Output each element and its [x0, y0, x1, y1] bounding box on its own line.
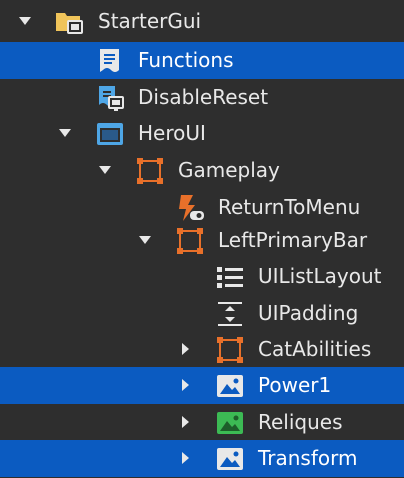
expand-arrow-right-icon[interactable] [177, 450, 193, 466]
tree-row-label: HeroUI [138, 121, 206, 145]
tree-row-functions[interactable]: Functions [0, 42, 404, 79]
tree-row-label: UIPadding [258, 301, 359, 325]
folder-gui-icon [56, 13, 83, 34]
image-label-icon [217, 448, 243, 470]
local-script-disabled-icon [179, 195, 204, 221]
frame-icon [217, 337, 243, 363]
expand-arrow-down-icon[interactable] [17, 13, 33, 29]
tree-row-power1[interactable]: Power1 [0, 367, 404, 404]
tree-row-label: Power1 [258, 373, 332, 397]
local-script-icon [99, 86, 124, 111]
tree-row-gameplay[interactable]: Gameplay [0, 152, 404, 189]
expand-arrow-right-icon[interactable] [177, 377, 193, 393]
explorer-tree: StarterGui Functions DisableReset HeroUI… [0, 0, 404, 478]
expand-arrow-right-icon[interactable] [177, 341, 193, 357]
tree-row-label: StarterGui [98, 9, 202, 33]
tree-row-disablereset[interactable]: DisableReset [0, 79, 404, 116]
tree-row-label: Functions [138, 48, 234, 72]
module-script-icon [100, 49, 119, 72]
tree-row-label: ReturnToMenu [218, 195, 361, 219]
tree-row-startergui[interactable]: StarterGui [0, 3, 404, 40]
frame-icon [177, 228, 203, 254]
tree-row-transform[interactable]: Transform [0, 440, 404, 477]
tree-row-leftprimarybar[interactable]: LeftPrimaryBar [0, 222, 404, 259]
tree-row-uilistlayout[interactable]: UIListLayout [0, 258, 404, 295]
tree-row-label: Transform [258, 446, 358, 470]
tree-row-label: DisableReset [138, 85, 269, 109]
expand-arrow-down-icon[interactable] [97, 162, 113, 178]
tree-row-catabilities[interactable]: CatAbilities [0, 331, 404, 368]
tree-row-label: UIListLayout [258, 264, 382, 288]
image-label-icon [217, 375, 243, 397]
expand-arrow-down-icon[interactable] [57, 125, 73, 141]
frame-icon [137, 158, 163, 184]
expand-arrow-right-icon[interactable] [177, 414, 193, 430]
list-layout-icon [217, 267, 243, 288]
image-button-icon [217, 412, 243, 434]
tree-row-label: LeftPrimaryBar [218, 228, 368, 252]
tree-row-heroui[interactable]: HeroUI [0, 115, 404, 152]
tree-row-uipadding[interactable]: UIPadding [0, 295, 404, 332]
expand-arrow-down-icon[interactable] [137, 232, 153, 248]
tree-row-label: CatAbilities [258, 337, 372, 361]
padding-icon [218, 302, 242, 326]
tree-row-label: Gameplay [178, 158, 280, 182]
tree-row-label: Reliques [258, 410, 343, 434]
screen-gui-icon [97, 123, 123, 145]
tree-row-reliques[interactable]: Reliques [0, 404, 404, 441]
tree-row-returntomenu[interactable]: ReturnToMenu [0, 189, 404, 226]
